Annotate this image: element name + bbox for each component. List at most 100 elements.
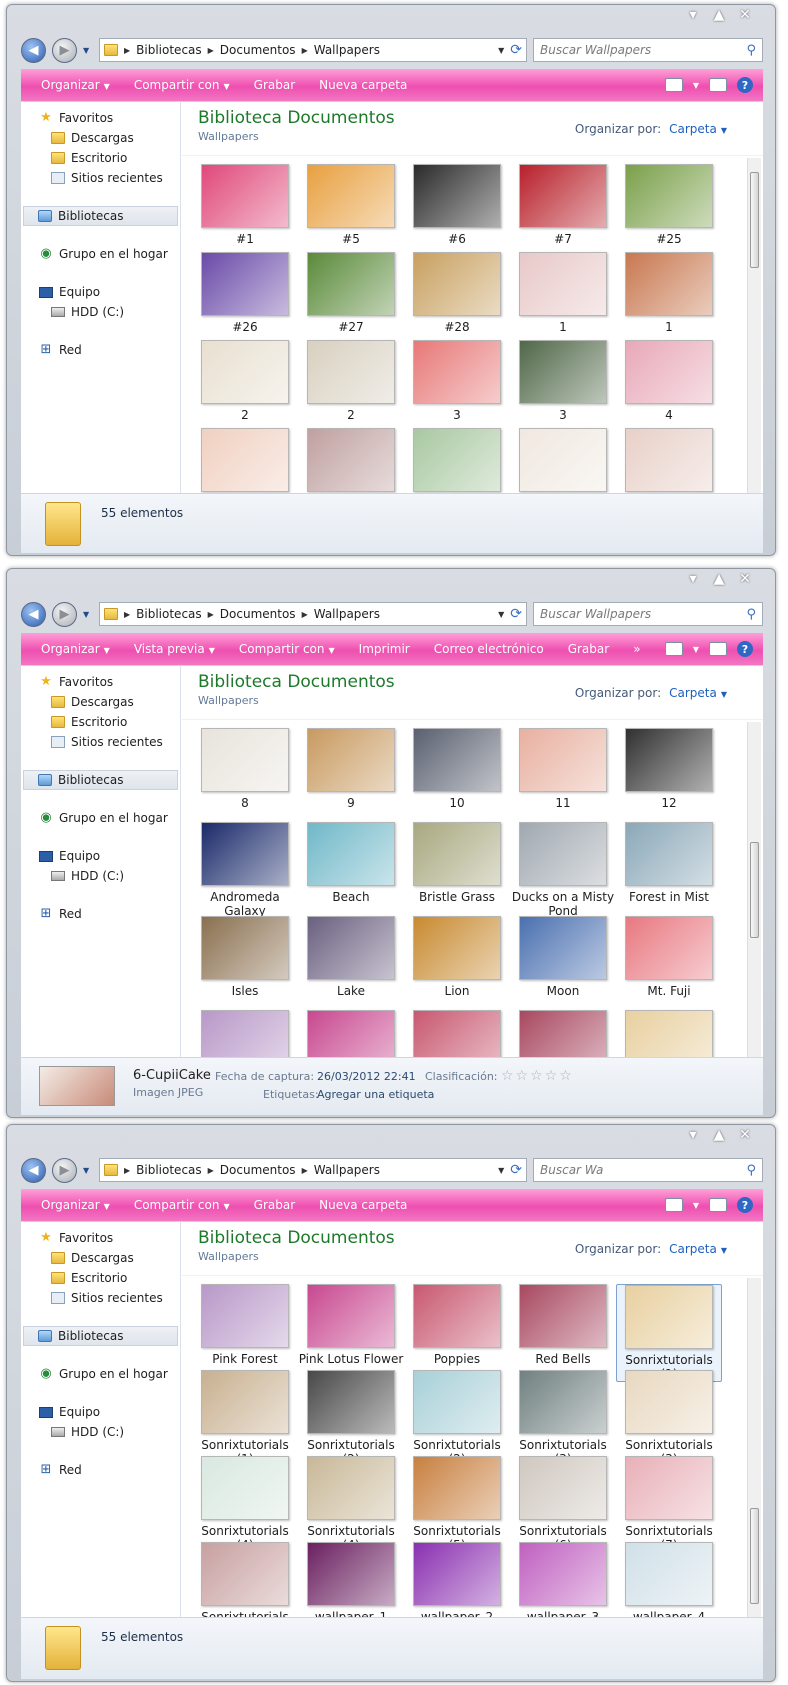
toolbar-button[interactable]: Organizar ▼: [31, 75, 120, 95]
toolbar-button[interactable]: Organizar ▼: [31, 1195, 120, 1215]
tags-value[interactable]: Agregar una etiqueta: [317, 1088, 434, 1101]
nav-item-computer[interactable]: Equipo: [21, 282, 180, 302]
file-thumbnail-item[interactable]: [616, 1010, 722, 1057]
file-thumbnail-item[interactable]: Mt. Fuji: [616, 916, 722, 998]
nav-item-hdd[interactable]: HDD (C:): [21, 866, 180, 886]
nav-item-hdd[interactable]: HDD (C:): [21, 302, 180, 322]
nav-item-network[interactable]: ⊞ Red: [21, 340, 180, 360]
breadcrumb-item[interactable]: Bibliotecas: [136, 43, 201, 57]
toolbar-button[interactable]: Grabar: [558, 639, 620, 659]
scrollbar-thumb[interactable]: [750, 842, 759, 938]
back-button[interactable]: ◀: [21, 1157, 46, 1183]
nav-item-computer[interactable]: Equipo: [21, 1402, 180, 1422]
nav-item-downloads[interactable]: Descargas: [21, 1248, 180, 1268]
file-thumbnail-item[interactable]: Bristle Grass: [404, 822, 510, 904]
toolbar-button[interactable]: Compartir con ▼: [229, 639, 345, 659]
arrange-dropdown-icon[interactable]: ▼: [721, 1246, 727, 1255]
file-thumbnail-item[interactable]: Beach: [298, 822, 404, 904]
vertical-scrollbar[interactable]: [747, 1278, 761, 1617]
address-field[interactable]: ▶ Bibliotecas ▶ Documentos ▶ Wallpapers …: [99, 38, 527, 62]
nav-item-desktop[interactable]: Escritorio: [21, 712, 180, 732]
search-input[interactable]: Buscar Wallpapers ⚲: [533, 602, 763, 626]
forward-button[interactable]: ▶: [52, 37, 77, 63]
file-thumbnail-item[interactable]: Poppies: [404, 1284, 510, 1366]
arrange-by-value[interactable]: Carpeta: [669, 686, 717, 700]
toolbar-button[interactable]: Correo electrónico: [424, 639, 554, 659]
toolbar-button[interactable]: Grabar: [244, 1195, 306, 1215]
search-icon[interactable]: ⚲: [746, 607, 756, 622]
file-thumbnail-item[interactable]: 8: [192, 728, 298, 810]
file-thumbnail-item[interactable]: Sonrixtutorials (3): [616, 1370, 722, 1466]
file-thumbnail-item[interactable]: #1: [192, 164, 298, 246]
toolbar-button[interactable]: Grabar: [244, 75, 306, 95]
breadcrumb-item[interactable]: Documentos: [220, 607, 296, 621]
breadcrumb-arrow-icon[interactable]: ▶: [124, 1166, 130, 1175]
history-dropdown-icon[interactable]: ▼: [83, 1166, 93, 1175]
close-icon[interactable]: ✕: [739, 1127, 751, 1143]
close-icon[interactable]: ✕: [739, 571, 751, 587]
nav-item-libraries[interactable]: Bibliotecas: [23, 206, 178, 226]
file-thumbnail-item[interactable]: Lion: [404, 916, 510, 998]
file-thumbnail-item[interactable]: Isles: [192, 916, 298, 998]
nav-item-favorites[interactable]: ★ Favoritos: [21, 672, 180, 692]
search-input[interactable]: Buscar Wa ⚲: [533, 1158, 763, 1182]
file-thumbnail-item[interactable]: Moon: [510, 916, 616, 998]
file-thumbnail-item[interactable]: Sonrixtutorials (1): [192, 1370, 298, 1466]
preview-pane-icon[interactable]: [709, 1198, 727, 1212]
minimize-icon[interactable]: ▾: [687, 1127, 699, 1143]
file-thumbnail-item[interactable]: #26: [192, 252, 298, 334]
breadcrumb-item[interactable]: Wallpapers: [314, 1163, 380, 1177]
refresh-icon[interactable]: ⟳: [510, 42, 522, 58]
vertical-scrollbar[interactable]: [747, 722, 761, 1057]
preview-pane-icon[interactable]: [709, 642, 727, 656]
refresh-icon[interactable]: ⟳: [510, 1162, 522, 1178]
view-dropdown-icon[interactable]: ▼: [693, 1201, 699, 1210]
breadcrumb-item[interactable]: Bibliotecas: [136, 607, 201, 621]
file-thumbnail-item[interactable]: [404, 428, 510, 493]
forward-button[interactable]: ▶: [52, 601, 77, 627]
address-dropdown-icon[interactable]: ▼: [498, 46, 504, 55]
address-dropdown-icon[interactable]: ▼: [498, 1166, 504, 1175]
breadcrumb-item[interactable]: Wallpapers: [314, 43, 380, 57]
address-field[interactable]: ▶ Bibliotecas ▶ Documentos ▶ Wallpapers …: [99, 1158, 527, 1182]
change-view-icon[interactable]: [664, 78, 683, 92]
breadcrumb-item[interactable]: Bibliotecas: [136, 1163, 201, 1177]
file-thumbnail-item[interactable]: 9: [298, 728, 404, 810]
file-thumbnail-item[interactable]: [298, 428, 404, 493]
nav-item-favorites[interactable]: ★ Favoritos: [21, 1228, 180, 1248]
toolbar-button[interactable]: Imprimir: [349, 639, 420, 659]
minimize-icon[interactable]: ▾: [687, 7, 699, 23]
scrollbar-thumb[interactable]: [750, 1508, 759, 1604]
file-thumbnail-item[interactable]: wallpaper_4: [616, 1542, 722, 1617]
file-thumbnail-item[interactable]: Sonrixtutorials (7): [616, 1456, 722, 1552]
arrange-dropdown-icon[interactable]: ▼: [721, 690, 727, 699]
nav-item-network[interactable]: ⊞ Red: [21, 1460, 180, 1480]
arrange-by-value[interactable]: Carpeta: [669, 1242, 717, 1256]
breadcrumb-item[interactable]: Documentos: [220, 43, 296, 57]
nav-item-recent[interactable]: Sitios recientes: [21, 1288, 180, 1308]
nav-item-recent[interactable]: Sitios recientes: [21, 168, 180, 188]
file-thumbnail-item[interactable]: Pink Forest: [192, 1284, 298, 1366]
file-thumbnail-item[interactable]: Sonrixtutorials (1): [616, 1284, 722, 1382]
file-thumbnail-item[interactable]: [192, 428, 298, 493]
file-thumbnail-item[interactable]: wallpaper_2: [404, 1542, 510, 1617]
file-thumbnail-item[interactable]: wallpaper_1: [298, 1542, 404, 1617]
help-icon[interactable]: ?: [737, 1197, 753, 1213]
breadcrumb-arrow-icon[interactable]: ▶: [208, 46, 214, 55]
file-thumbnail-item[interactable]: 11: [510, 728, 616, 810]
breadcrumb-item[interactable]: Wallpapers: [314, 607, 380, 621]
nav-item-computer[interactable]: Equipo: [21, 846, 180, 866]
history-dropdown-icon[interactable]: ▼: [83, 610, 93, 619]
nav-item-hdd[interactable]: HDD (C:): [21, 1422, 180, 1442]
nav-item-favorites[interactable]: ★ Favoritos: [21, 108, 180, 128]
help-icon[interactable]: ?: [737, 77, 753, 93]
breadcrumb-arrow-icon[interactable]: ▶: [302, 610, 308, 619]
view-dropdown-icon[interactable]: ▼: [693, 645, 699, 654]
file-thumbnail-item[interactable]: [510, 428, 616, 493]
search-icon[interactable]: ⚲: [746, 43, 756, 58]
nav-item-downloads[interactable]: Descargas: [21, 692, 180, 712]
file-thumbnail-item[interactable]: 1: [616, 252, 722, 334]
change-view-icon[interactable]: [664, 1198, 683, 1212]
preview-pane-icon[interactable]: [709, 78, 727, 92]
arrange-dropdown-icon[interactable]: ▼: [721, 126, 727, 135]
